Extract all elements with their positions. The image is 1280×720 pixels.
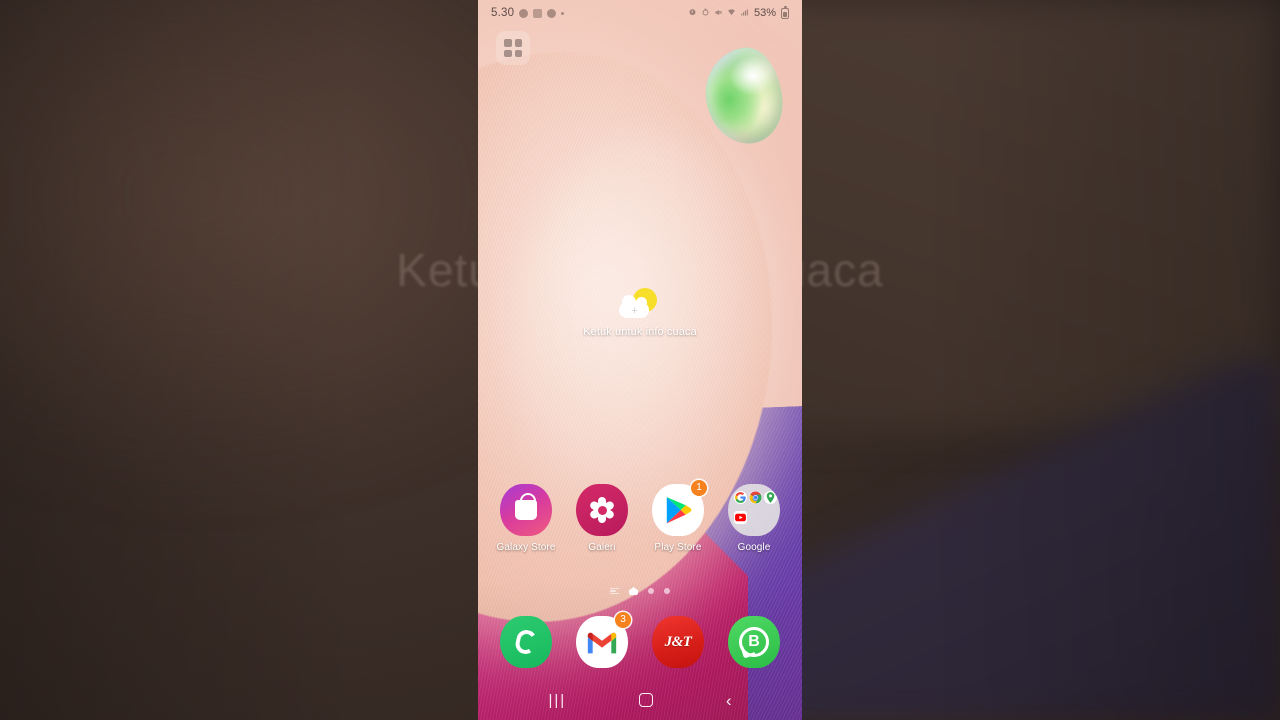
business-letter: B [748,633,760,650]
battery-icon [781,5,789,19]
page-dot[interactable] [664,588,670,594]
app-icon-galeri[interactable]: Galeri [568,484,636,553]
home-page-active-icon[interactable] [629,587,638,595]
app-icon-play-store[interactable]: 1 Play Store [644,480,712,553]
grid-cell [504,49,512,57]
google-icon [734,491,747,504]
grid-cell [504,39,512,47]
dock: 3 J&T B [478,612,802,668]
google-folder-icon [728,484,780,536]
phone-icon [500,616,552,668]
youtube-icon [734,511,747,524]
app-grid-widget[interactable] [496,31,530,65]
notification-icon-2 [547,8,557,18]
play-store-icon-wrap: 1 [652,480,707,536]
dock-item-gmail[interactable]: 3 [568,612,636,668]
galaxy-store-icon-wrap [500,484,552,536]
whatsapp-business-icon-wrap: B [728,616,780,668]
jnt-icon: J&T [652,616,704,668]
mute-icon [714,8,723,18]
status-bar: 5.30 53% [478,0,802,26]
timer-icon [701,8,710,18]
dock-item-whatsapp-business[interactable]: B [720,616,788,668]
page-indicator [478,587,802,595]
phone-screen: 5.30 53% + Ketuk untuk info cuaca Galaxy… [478,0,802,720]
handset-glyph [513,628,539,656]
maps-icon [764,491,777,504]
weather-widget-label: Ketuk untuk info cuaca [583,326,697,338]
home-app-row: Galaxy Store Galeri 1 Play Store Google [478,480,802,553]
app-icon-galaxy-store[interactable]: Galaxy Store [492,484,560,553]
dot-icon [561,11,565,15]
lines-icon[interactable] [610,587,619,595]
recents-button[interactable]: ||| [548,693,566,708]
sun-behind-cloud-icon: + [617,288,663,324]
galaxy-store-icon [500,484,552,536]
play-triangle-icon [666,496,691,523]
app-label: Galeri [588,542,616,553]
wifi-icon [727,8,736,18]
notification-icon [519,8,529,18]
shopping-bag-icon [515,493,537,520]
blob-shape [701,44,787,148]
chrome-icon [749,491,762,504]
status-bar-right: 53% [688,5,789,19]
battery-percent-label: 53% [753,7,776,19]
google-folder-icon-wrap [728,484,780,536]
plus-icon: + [631,305,638,317]
jnt-icon-wrap: J&T [652,616,704,668]
gmail-icon-wrap: 3 [576,612,631,668]
notification-badge: 3 [615,612,631,628]
app-label: Google [737,542,771,553]
chat-bubble-icon: B [739,627,769,657]
alarm-icon [688,8,697,18]
home-button[interactable] [639,693,654,707]
grid-cell [514,39,522,47]
app-folder-google[interactable]: Google [720,484,788,553]
status-bar-clock: 5.30 [491,7,515,19]
screen-record-icon [533,8,543,18]
phone-icon-wrap [500,616,552,668]
jnt-wordmark: J&T [664,633,692,650]
gallery-icon [576,484,628,536]
signal-icon [740,8,749,18]
gallery-icon-wrap [576,484,628,536]
screenshot-stage: Ketuk untuk info cuaca 5.30 [0,0,1280,720]
back-button[interactable]: ‹ [726,692,732,709]
page-dot[interactable] [648,588,654,594]
navigation-bar: ||| ‹ [478,680,802,720]
whatsapp-business-icon: B [728,616,780,668]
status-bar-left: 5.30 [491,7,565,19]
weather-widget[interactable]: + Ketuk untuk info cuaca [478,288,802,338]
blob-widget[interactable] [701,44,787,148]
dock-item-phone[interactable] [492,616,560,668]
notification-badge: 1 [691,480,707,496]
folder-preview-grid [734,491,777,529]
app-label: Galaxy Store [496,542,556,553]
grid-cell [514,49,522,57]
dock-item-jnt[interactable]: J&T [644,616,712,668]
app-label: Play Store [654,542,702,553]
flower-icon [588,497,616,523]
